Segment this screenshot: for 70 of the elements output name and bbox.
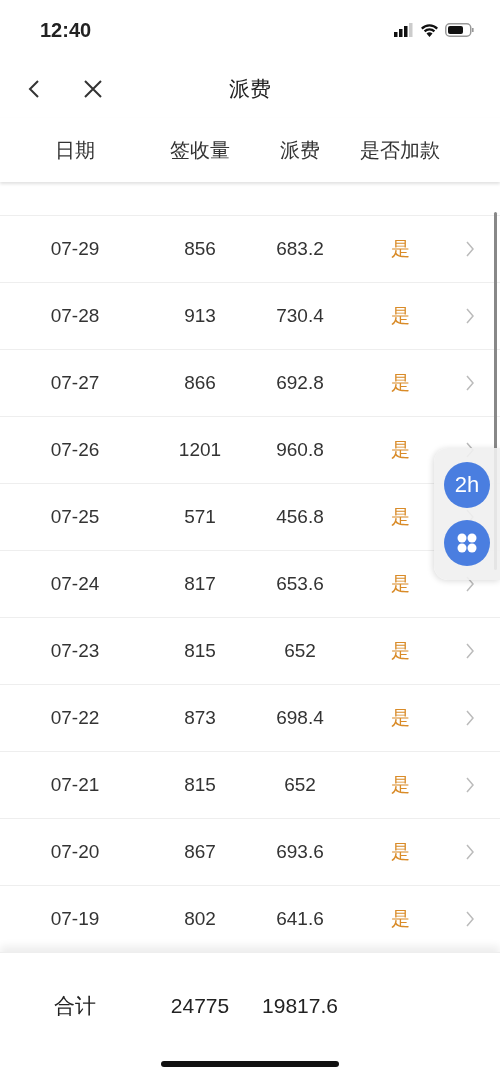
surcharge-cell-text: 是 bbox=[389, 371, 411, 395]
clock: 12:40 bbox=[40, 18, 92, 42]
fee-cell-text: 960.8 bbox=[275, 439, 325, 461]
fee-cell-text: 692.8 bbox=[275, 372, 325, 394]
surcharge-cell-text: 是 bbox=[389, 438, 411, 462]
fee-cell-text: 730.4 bbox=[275, 305, 325, 327]
apps-button[interactable] bbox=[444, 520, 490, 566]
surcharge-cell-text: 是 bbox=[389, 639, 411, 663]
column-header: 派费 bbox=[279, 137, 321, 163]
chevron-icon[interactable] bbox=[466, 308, 474, 324]
page-title: 派费 bbox=[229, 77, 271, 100]
fee-cell-text: 652 bbox=[283, 774, 317, 796]
home-indicator[interactable] bbox=[161, 1061, 339, 1067]
signal-icon bbox=[394, 23, 414, 37]
count-cell-text: 866 bbox=[183, 372, 217, 394]
column-header: 签收量 bbox=[169, 137, 231, 163]
chevron-icon[interactable] bbox=[466, 710, 474, 726]
surcharge-cell-text: 是 bbox=[389, 773, 411, 797]
date-cell-text: 07-25 bbox=[49, 506, 101, 528]
chevron-icon[interactable] bbox=[466, 844, 474, 860]
count-cell-text: 873 bbox=[183, 707, 217, 729]
fee-cell-text: 641.6 bbox=[275, 908, 325, 930]
surcharge-cell-text: 是 bbox=[389, 237, 411, 261]
surcharge-cell-text: 是 bbox=[389, 505, 411, 529]
count-cell-text: 815 bbox=[183, 774, 217, 796]
chevron-icon[interactable] bbox=[466, 911, 474, 927]
surcharge-cell-text: 是 bbox=[389, 840, 411, 864]
date-cell-text: 07-22 bbox=[49, 707, 101, 729]
fee-cell-text: 456.8 bbox=[275, 506, 325, 528]
surcharge-cell-text: 是 bbox=[389, 706, 411, 730]
surcharge-cell-text: 是 bbox=[389, 907, 411, 931]
battery-icon bbox=[445, 23, 474, 37]
count-cell-text: 817 bbox=[183, 573, 217, 595]
count-cell-text: 815 bbox=[183, 640, 217, 662]
chevron-icon[interactable] bbox=[466, 643, 474, 659]
count-cell-text: 856 bbox=[183, 238, 217, 260]
surcharge-cell-text: 是 bbox=[389, 572, 411, 596]
chevron-icon[interactable] bbox=[466, 777, 474, 793]
total-count: 24775 bbox=[169, 994, 231, 1018]
column-header: 是否加款 bbox=[359, 137, 441, 163]
date-cell-text: 07-21 bbox=[49, 774, 101, 796]
fee-cell-text: 693.6 bbox=[275, 841, 325, 863]
total-label: 合计 bbox=[53, 993, 97, 1019]
fee-cell-text: 683.2 bbox=[275, 238, 325, 260]
close-button[interactable] bbox=[82, 78, 104, 100]
count-cell-text: 867 bbox=[183, 841, 217, 863]
wifi-icon bbox=[420, 23, 439, 37]
chevron-icon[interactable] bbox=[466, 375, 474, 391]
date-cell-text: 07-29 bbox=[49, 238, 101, 260]
column-header: 日期 bbox=[54, 137, 96, 163]
count-cell-text: 571 bbox=[183, 506, 217, 528]
date-cell-text: 07-20 bbox=[49, 841, 101, 863]
fee-cell-text: 653.6 bbox=[275, 573, 325, 595]
date-cell-text: 07-19 bbox=[49, 908, 101, 930]
date-cell-text: 07-28 bbox=[49, 305, 101, 327]
count-cell-text: 913 bbox=[183, 305, 217, 327]
surcharge-cell-text: 是 bbox=[389, 304, 411, 328]
timer-button[interactable]: 2h bbox=[444, 462, 490, 508]
count-cell-text: 1201 bbox=[177, 439, 223, 461]
count-cell-text: 802 bbox=[183, 908, 217, 930]
total-fee: 19817.6 bbox=[261, 994, 339, 1018]
date-cell-text: 07-26 bbox=[49, 439, 101, 461]
date-cell-text: 07-23 bbox=[49, 640, 101, 662]
date-cell-text: 07-24 bbox=[49, 573, 101, 595]
date-cell-text: 07-27 bbox=[49, 372, 101, 394]
grid-icon bbox=[456, 532, 478, 554]
back-button[interactable] bbox=[26, 78, 42, 100]
fee-cell-text: 698.4 bbox=[275, 707, 325, 729]
fee-cell-text: 652 bbox=[283, 640, 317, 662]
chevron-icon[interactable] bbox=[466, 241, 474, 257]
